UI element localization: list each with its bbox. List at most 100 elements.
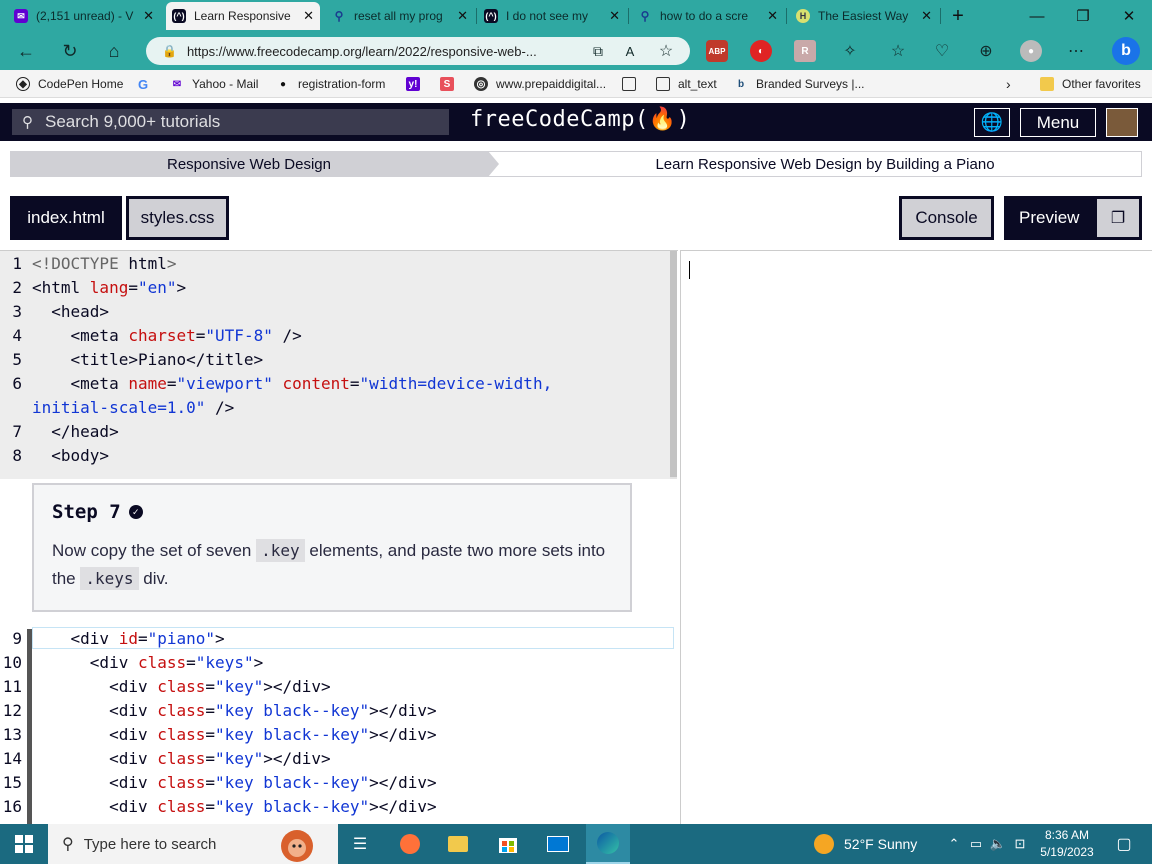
search-icon: ⚲ <box>62 836 74 853</box>
microsoft-store-icon[interactable] <box>494 830 522 858</box>
line-number: 16 <box>2 797 22 816</box>
breadcrumb-superblock[interactable]: Responsive Web Design <box>10 151 488 177</box>
bookmark-yahoo[interactable]: y! <box>406 74 428 94</box>
code-line: <div class="key black--key"></div> <box>32 725 437 744</box>
refresh-icon[interactable]: ↻ <box>56 38 84 64</box>
browser-tab-easiest-way[interactable]: H The Easiest Way ✕ <box>790 2 938 30</box>
website-icon: H <box>796 9 810 23</box>
collections-icon[interactable]: ⊕ <box>972 38 1000 64</box>
windows-start-button[interactable] <box>0 824 48 864</box>
code-editor[interactable]: 1 2 3 4 5 6 7 8 <!DOCTYPE html> <html la… <box>0 250 678 824</box>
yahoo-icon: y! <box>406 77 420 91</box>
close-icon[interactable]: ✕ <box>457 8 468 24</box>
profile-avatar[interactable]: ● <box>1020 40 1042 62</box>
app-available-icon[interactable]: ⧉ <box>584 38 612 64</box>
code-line: <div class="keys"> <box>32 653 264 672</box>
lock-icon: 🔒 <box>162 44 177 58</box>
restore-button[interactable]: ❐ <box>1060 0 1106 32</box>
close-icon[interactable]: ✕ <box>143 8 154 24</box>
adblock-plus-icon[interactable]: ABP <box>706 40 728 62</box>
tab-styles-css[interactable]: styles.css <box>126 196 229 240</box>
taskbar-clock[interactable]: 8:36 AM 5/19/2023 <box>1028 827 1106 861</box>
other-favorites[interactable]: Other favorites <box>1040 74 1141 94</box>
weather-widget[interactable]: 52°F Sunny <box>814 824 917 864</box>
avatar[interactable] <box>1106 108 1138 137</box>
task-view-icon[interactable]: ☰ <box>346 830 374 858</box>
bookmark-prepaid-digital[interactable]: ◎ www.prepaiddigital... <box>474 74 606 94</box>
firefox-icon[interactable] <box>396 830 424 858</box>
browser-tab-learn-responsive[interactable]: (^) Learn Responsive ✕ <box>166 2 320 30</box>
fcc-logo[interactable]: freeCodeCamp(🔥) <box>470 107 690 132</box>
bookmark-codepen[interactable]: ◆ CodePen Home <box>16 74 123 94</box>
read-aloud-icon[interactable]: A <box>616 38 644 64</box>
notification-icon[interactable]: ▢ <box>1110 830 1138 858</box>
minimize-button[interactable]: — <box>1014 0 1060 32</box>
editor-scrollbar-thumb[interactable] <box>670 251 677 477</box>
search-input[interactable]: ⚲ Search 9,000+ tutorials <box>12 109 449 135</box>
bookmark-branded-surveys[interactable]: b Branded Surveys |... <box>734 74 865 94</box>
extension-icon[interactable]: R <box>794 40 816 62</box>
yahoo-mail-icon: ✉ <box>172 78 182 90</box>
tab-separator <box>940 8 941 24</box>
favorite-star-icon[interactable]: ☆ <box>652 38 680 64</box>
mail-icon[interactable] <box>544 830 572 858</box>
checkmark-icon: ✓ <box>128 505 143 519</box>
tab-separator <box>476 8 477 24</box>
code-line: <div class="key"></div> <box>32 749 331 768</box>
line-number: 2 <box>12 278 22 297</box>
breadcrumb-block[interactable]: Learn Responsive Web Design by Building … <box>488 151 1142 177</box>
extensions-puzzle-icon[interactable]: ✧ <box>836 38 864 64</box>
back-arrow-icon[interactable]: ← <box>12 38 40 64</box>
google-icon: G <box>137 76 149 92</box>
browser-tab-yahoo-mail[interactable]: ✉ (2,151 unread) - V ✕ <box>8 2 160 30</box>
bookmark-s[interactable]: S <box>440 74 462 94</box>
code-line: initial-scale=1.0" /> <box>32 398 235 417</box>
favorites-icon[interactable]: ☆ <box>884 38 912 64</box>
close-icon[interactable]: ✕ <box>921 8 932 24</box>
bookmark-registration-form[interactable]: ● registration-form <box>276 74 385 94</box>
bookmark-blank[interactable] <box>622 74 644 94</box>
windows-taskbar: ⚲ Type here to search ☰ 52°F Sunny ⌃ ▭ 🔈… <box>0 824 1152 864</box>
edge-icon[interactable] <box>586 824 630 864</box>
close-icon[interactable]: ✕ <box>767 8 778 24</box>
url-text: https://www.freecodecamp.org/learn/2022/… <box>186 43 537 59</box>
close-icon[interactable]: ✕ <box>609 8 620 24</box>
line-number: 13 <box>2 725 22 744</box>
tab-index-html[interactable]: index.html <box>10 196 122 240</box>
close-icon[interactable]: ✕ <box>303 8 314 24</box>
bookmark-yahoo-mail[interactable]: ✉ Yahoo - Mail <box>170 74 259 94</box>
bing-chat-icon[interactable]: b <box>1112 37 1140 65</box>
browser-tab-i-do-not-see[interactable]: (^) I do not see my ✕ <box>478 2 626 30</box>
bookmark-label: Branded Surveys |... <box>756 77 865 91</box>
home-icon[interactable]: ⌂ <box>100 38 128 64</box>
window-icon[interactable]: ❐ <box>1097 199 1139 237</box>
browser-tab-reset-progress[interactable]: ⚲ reset all my prog ✕ <box>326 2 474 30</box>
preview-pane[interactable] <box>680 250 1152 824</box>
code-line: <div id="piano"> <box>32 629 225 648</box>
new-tab-button[interactable]: + <box>944 0 972 32</box>
s-site-icon: S <box>440 77 454 91</box>
preview-button[interactable]: Preview ❐ <box>1004 196 1142 240</box>
line-number: 12 <box>2 701 22 720</box>
console-button[interactable]: Console <box>899 196 994 240</box>
chevron-right-icon[interactable]: › <box>1006 74 1011 94</box>
step-title: Step 7 ✓ <box>52 501 612 523</box>
preview-label: Preview <box>1019 208 1080 227</box>
browser-tab-how-to-screenshot[interactable]: ⚲ how to do a scre ✕ <box>632 2 784 30</box>
bookmark-alt-text[interactable]: alt_text <box>656 74 717 94</box>
more-menu-icon[interactable]: ⋯ <box>1062 38 1090 64</box>
extension-icon[interactable]: ◐ <box>750 40 772 62</box>
code-editable-section[interactable]: 9 10 11 12 13 14 15 16 <div id="piano"> … <box>0 627 678 824</box>
close-window-button[interactable]: ✕ <box>1106 0 1152 32</box>
bookmark-google[interactable]: G <box>136 74 158 94</box>
browser-essentials-icon[interactable]: ♡ <box>928 38 956 64</box>
tab-title: I do not see my <box>506 9 589 23</box>
code-line: <!DOCTYPE html> <box>32 254 177 273</box>
file-explorer-icon[interactable] <box>444 830 472 858</box>
menu-button[interactable]: Menu <box>1020 108 1096 137</box>
step-instructions: Now copy the set of seven .key elements,… <box>52 539 606 590</box>
breadcrumb-arrow <box>488 151 499 177</box>
globe-icon[interactable]: 🌐 <box>974 108 1010 137</box>
clock-time: 8:36 AM <box>1044 828 1090 842</box>
branded-surveys-icon: b <box>737 78 745 90</box>
